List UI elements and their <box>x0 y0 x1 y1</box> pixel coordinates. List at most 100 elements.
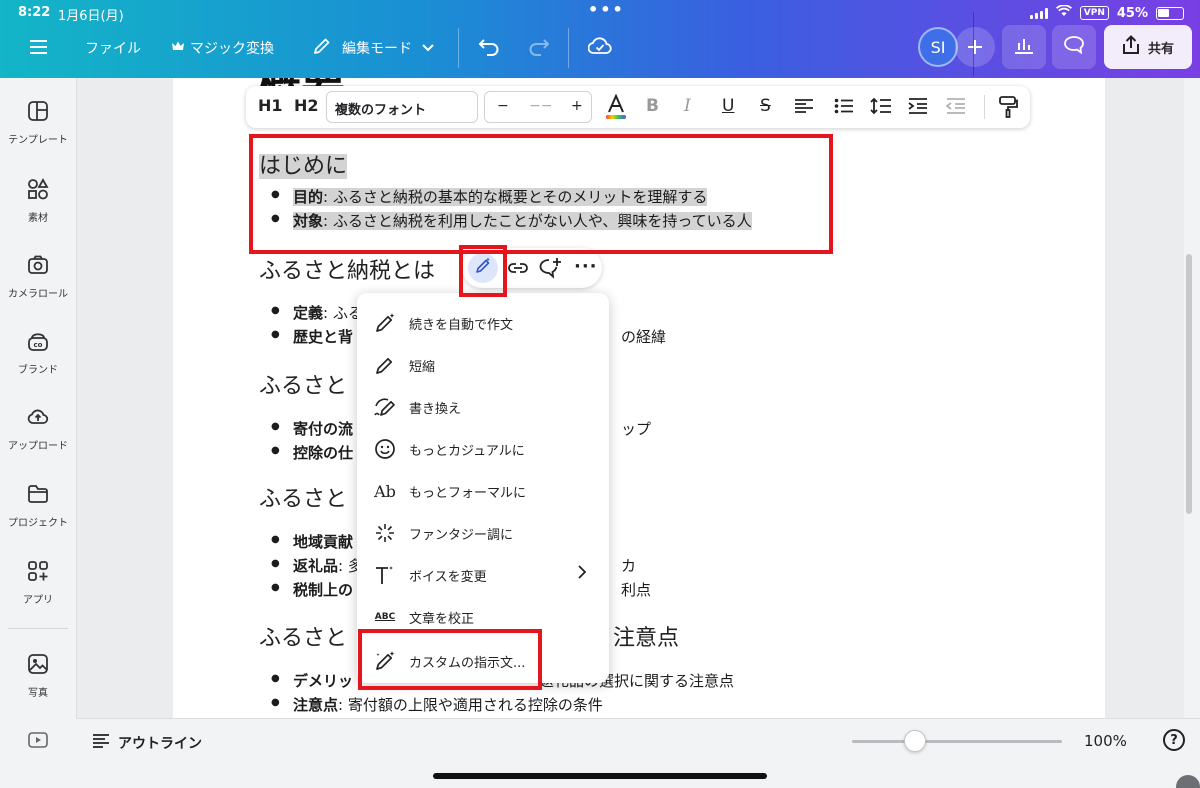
upload-icon <box>27 406 49 431</box>
list-item[interactable]: 税制上の <box>271 579 353 600</box>
list-item[interactable]: 定義: ふる <box>271 302 363 323</box>
status-time: 8:22 <box>18 5 51 20</box>
multitask-dots-icon[interactable]: ••• <box>588 0 625 19</box>
list-item-tail: カ <box>599 555 636 576</box>
sidebar-item-label: アップロード <box>8 441 68 452</box>
line-spacing-icon[interactable] <box>870 97 892 115</box>
cloud-saved-icon[interactable] <box>587 36 612 60</box>
list-item[interactable]: 注意点: 寄付額の上限や適用される控除の条件 <box>271 694 603 715</box>
edit-mode-dropdown[interactable]: 編集モード <box>312 36 434 60</box>
section-heading[interactable]: ふるさと <box>259 620 347 652</box>
divider <box>568 28 569 68</box>
menu-item-label: もっとカジュアルに <box>409 443 525 459</box>
highlight-box-selection <box>249 134 833 254</box>
link-icon[interactable] <box>508 259 528 281</box>
comment-button[interactable] <box>1052 25 1096 69</box>
sidebar-item-photos[interactable]: 写真 <box>0 653 76 699</box>
size-minus-button[interactable]: − <box>497 98 509 114</box>
file-menu[interactable]: ファイル <box>85 38 141 58</box>
shorten-pen-icon <box>373 353 397 377</box>
add-comment-icon[interactable] <box>538 257 562 283</box>
sidebar-item-projects[interactable]: プロジェクト <box>0 483 76 529</box>
home-indicator[interactable] <box>433 773 767 779</box>
bullet-list-icon[interactable] <box>834 98 854 114</box>
outdent-icon[interactable] <box>946 98 966 114</box>
video-icon <box>27 730 49 753</box>
menu-item-label: 文章を校正 <box>409 611 475 627</box>
format-painter-icon[interactable] <box>998 96 1018 118</box>
text-color-icon[interactable] <box>604 94 628 120</box>
list-item[interactable]: 返礼品: 多 <box>271 555 363 576</box>
redo-icon[interactable] <box>528 36 550 60</box>
template-icon <box>27 100 49 125</box>
section-heading[interactable]: ふるさと <box>259 481 347 513</box>
font-select[interactable]: 複数のフォント <box>326 91 478 123</box>
menu-item-fantasy[interactable]: ファンタジー調に <box>357 513 609 553</box>
status-date: 1月6日(月) <box>58 9 124 24</box>
avatar[interactable]: SI <box>918 27 958 67</box>
outline-button[interactable]: アウトライン <box>92 733 202 753</box>
menu-item-shorten[interactable]: 短縮 <box>357 345 609 385</box>
share-button[interactable]: 共有 <box>1104 25 1192 69</box>
list-item[interactable]: 歴史と背 <box>271 326 353 347</box>
menu-hamburger-icon[interactable] <box>30 40 48 58</box>
menu-item-casual[interactable]: もっとカジュアルに <box>357 429 609 469</box>
align-left-icon[interactable] <box>794 98 814 114</box>
underline-icon[interactable]: U <box>722 96 734 116</box>
list-item-tail: の経緯 <box>599 326 666 347</box>
undo-icon[interactable] <box>478 36 500 60</box>
sidebar-item-brand[interactable]: co ブランド <box>0 330 76 376</box>
bold-icon[interactable]: B <box>646 96 659 116</box>
section-heading[interactable]: ふるさと納税とは <box>259 253 435 285</box>
sidebar-item-apps[interactable]: アプリ <box>0 560 76 606</box>
divider <box>973 12 974 76</box>
status-bar: 8:22 1月6日(月) ••• VPN 45% <box>0 0 1200 26</box>
wifi-icon <box>1055 4 1072 21</box>
size-plus-button[interactable]: + <box>571 98 583 114</box>
list-item[interactable]: デメリッ <box>271 670 353 691</box>
zoom-slider[interactable] <box>852 730 1062 752</box>
font-size-stepper[interactable]: − −− + <box>484 91 592 123</box>
insights-button[interactable] <box>1002 25 1046 69</box>
heading1-button[interactable]: H1 <box>258 96 283 115</box>
list-item-tail: ップ <box>599 418 651 439</box>
sidebar-item-camera-roll[interactable]: カメラロール <box>0 254 76 300</box>
menu-item-rewrite[interactable]: 書き換え <box>357 387 609 427</box>
vertical-scrollbar[interactable] <box>1186 254 1192 514</box>
menu-item-label: 短縮 <box>409 359 436 375</box>
zoom-slider-knob[interactable] <box>904 730 926 752</box>
sidebar-item-elements[interactable]: 素材 <box>0 178 76 224</box>
section-heading-tail: 注意点 <box>613 626 680 651</box>
more-options-icon[interactable]: ··· <box>574 256 598 277</box>
sidebar-item-label: 素材 <box>28 213 48 224</box>
menu-item-change-voice[interactable]: ボイスを変更 <box>357 555 609 595</box>
add-collaborator-button[interactable] <box>955 27 995 67</box>
magic-switch-button[interactable]: マジック変換 <box>172 38 274 58</box>
sidebar-item-video[interactable] <box>0 730 76 753</box>
magic-switch-label: マジック変換 <box>190 41 274 57</box>
list-item[interactable]: 寄付の流 <box>271 418 353 439</box>
menu-item-continue-writing[interactable]: 続きを自動で作文 <box>357 303 609 343</box>
sidebar-divider <box>8 628 68 629</box>
font-size-value[interactable]: −− <box>529 98 552 114</box>
status-right: VPN 45% <box>1029 4 1184 21</box>
left-sidebar: テンプレート 素材 カメラロール co ブランド アップロード プロジェクト ア… <box>0 78 76 788</box>
edit-mode-label: 編集モード <box>342 41 412 57</box>
sidebar-item-uploads[interactable]: アップロード <box>0 406 76 452</box>
share-label: 共有 <box>1147 41 1174 57</box>
chevron-right-icon <box>577 565 587 583</box>
list-item[interactable]: 地域貢献 <box>271 531 353 552</box>
list-item[interactable]: 控除の仕 <box>271 442 353 463</box>
menu-item-formal[interactable]: Ab もっとフォーマルに <box>357 471 609 511</box>
rewrite-pen-icon <box>373 395 397 419</box>
section-heading[interactable]: ふるさと <box>259 368 347 400</box>
strikethrough-icon[interactable]: S <box>760 96 771 116</box>
sidebar-item-templates[interactable]: テンプレート <box>0 100 76 146</box>
sidebar-item-label: アプリ <box>23 595 53 606</box>
indent-icon[interactable] <box>908 98 928 114</box>
battery-percent: 45% <box>1116 5 1148 21</box>
zoom-level[interactable]: 100% <box>1084 732 1127 750</box>
italic-icon[interactable]: I <box>684 96 691 116</box>
heading2-button[interactable]: H2 <box>294 96 319 115</box>
help-icon[interactable]: ? <box>1163 729 1185 751</box>
